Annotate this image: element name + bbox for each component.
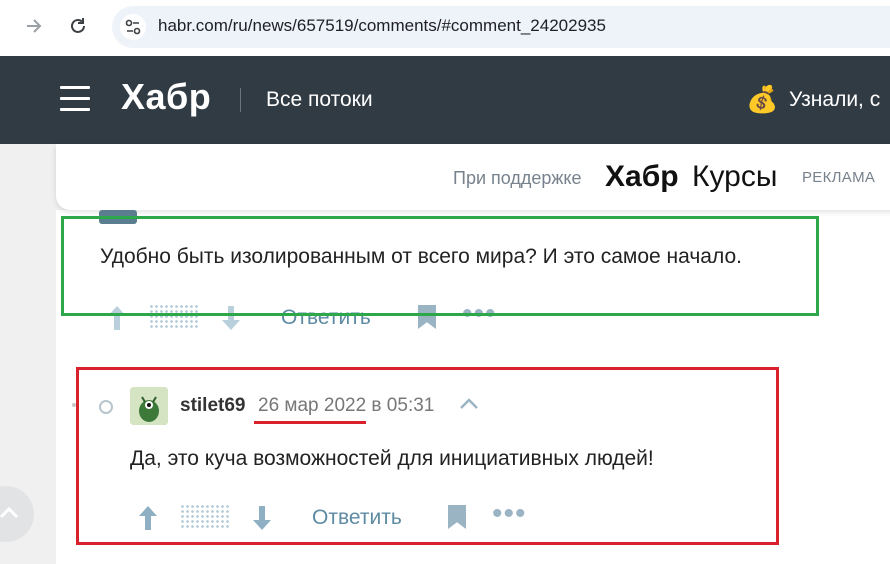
menu-icon[interactable] [60, 86, 90, 112]
scroll-top-button[interactable] [0, 486, 34, 542]
promo-link[interactable]: Узнали, с [789, 88, 880, 112]
sponsor-brand[interactable]: Хабр [605, 160, 679, 194]
site-logo[interactable]: Хабр [121, 76, 211, 118]
highlight-box-green [61, 216, 819, 316]
all-streams-link[interactable]: Все потоки [266, 88, 373, 112]
header-divider [240, 88, 241, 112]
moneybag-icon: 💰 [746, 84, 779, 114]
reload-icon[interactable] [62, 10, 94, 42]
sponsor-label: При поддержке [453, 168, 582, 188]
sponsor-courses[interactable]: Курсы [692, 160, 777, 194]
highlight-box-red [76, 367, 779, 545]
url-text[interactable]: habr.com/ru/news/657519/comments/#commen… [158, 16, 606, 36]
date-underline [254, 421, 366, 424]
site-settings-icon[interactable] [120, 14, 146, 40]
forward-arrow-icon[interactable] [18, 10, 50, 42]
ad-label: РЕКЛАМА [802, 169, 876, 186]
